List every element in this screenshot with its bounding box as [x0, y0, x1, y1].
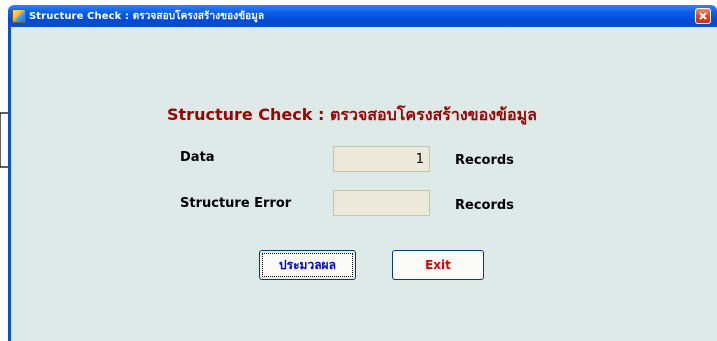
process-button[interactable]: ประมวลผล	[259, 250, 356, 280]
close-button[interactable]	[695, 8, 711, 24]
data-count-field[interactable]: 1	[333, 146, 430, 172]
data-label: Data	[180, 150, 215, 165]
structure-check-window: Structure Check : ตรวจสอบโครงสร้างของข้อ…	[8, 5, 717, 341]
exit-button[interactable]: Exit	[392, 250, 484, 280]
structure-error-unit-label: Records	[455, 198, 514, 213]
title-bar[interactable]: Structure Check : ตรวจสอบโครงสร้างของข้อ…	[8, 5, 717, 27]
structure-error-label: Structure Error	[180, 196, 292, 211]
structure-error-field[interactable]	[333, 190, 430, 216]
data-unit-label: Records	[455, 153, 514, 168]
form-heading: Structure Check : ตรวจสอบโครงสร้างของข้อ…	[167, 105, 537, 124]
app-icon	[12, 9, 26, 23]
form-body: Structure Check : ตรวจสอบโครงสร้างของข้อ…	[8, 27, 717, 341]
close-icon	[699, 12, 707, 20]
window-title: Structure Check : ตรวจสอบโครงสร้างของข้อ…	[29, 11, 265, 22]
